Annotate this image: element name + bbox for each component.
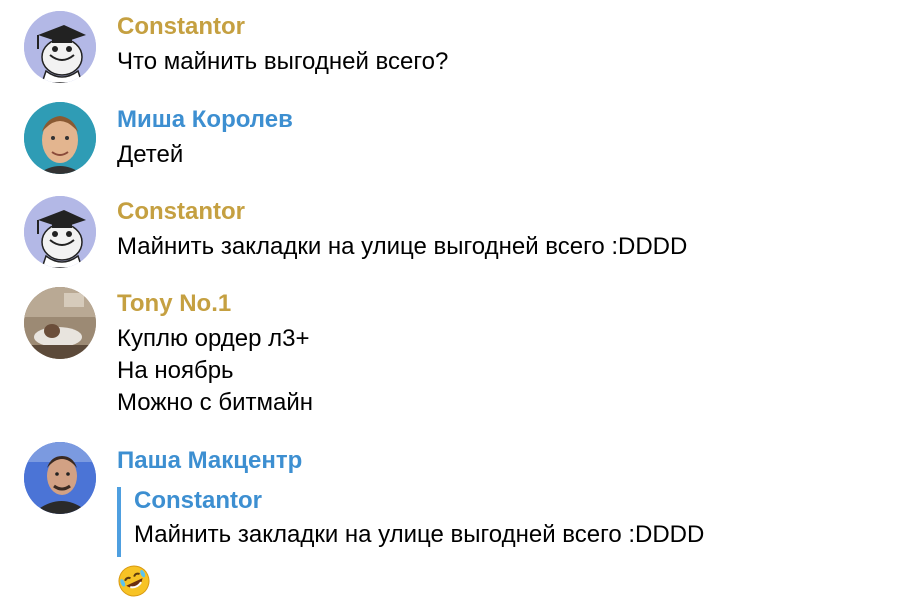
quoted-message-text: Майнить закладки на улице выгодней всего… bbox=[134, 521, 705, 548]
troll-graduate-avatar-icon[interactable] bbox=[24, 11, 96, 83]
reply-quote[interactable]: Constantor Майнить закладки на улице выг… bbox=[117, 487, 821, 557]
message-text: Куплю ордер л3+ bbox=[117, 325, 310, 352]
message-text: Детей bbox=[117, 141, 184, 168]
author-name[interactable]: Tony No.1 bbox=[117, 290, 231, 318]
rofl-emoji-icon bbox=[117, 564, 151, 598]
quoted-author-name: Constantor bbox=[134, 487, 262, 514]
author-name[interactable]: Паша Макцентр bbox=[117, 447, 302, 475]
person-portrait-avatar-icon[interactable] bbox=[24, 102, 96, 174]
selfie-avatar-icon[interactable] bbox=[24, 442, 96, 514]
message-text: Можно с битмайн bbox=[117, 389, 313, 416]
message-text: На ноябрь bbox=[117, 357, 234, 384]
message-text: Майнить закладки на улице выгодней всего… bbox=[117, 233, 688, 260]
troll-graduate-avatar-icon[interactable] bbox=[24, 196, 96, 268]
author-name[interactable]: Миша Королев bbox=[117, 106, 293, 134]
author-name[interactable]: Constantor bbox=[117, 198, 245, 226]
photo-avatar-icon[interactable] bbox=[24, 287, 96, 359]
message-text: Что майнить выгодней всего? bbox=[117, 48, 449, 75]
author-name[interactable]: Constantor bbox=[117, 13, 245, 41]
